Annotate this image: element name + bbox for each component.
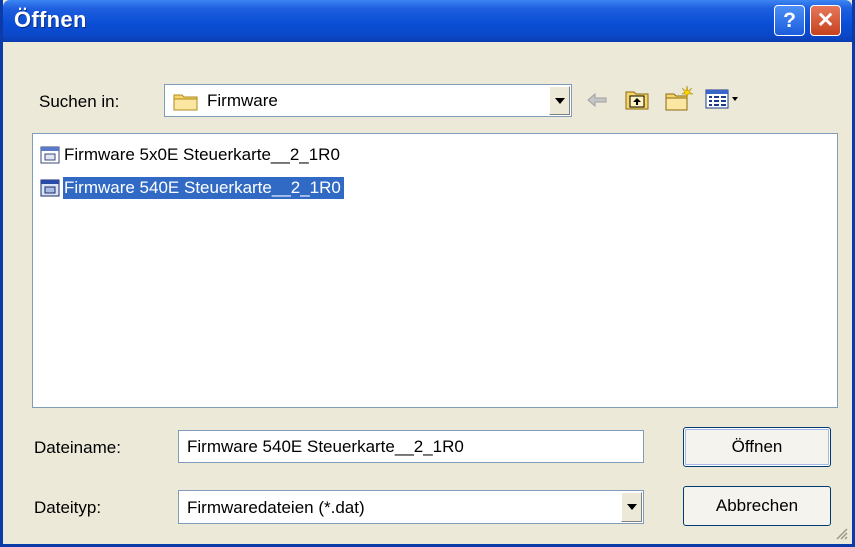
question-mark-icon: ? bbox=[783, 8, 796, 32]
chevron-down-icon bbox=[554, 97, 565, 104]
resize-grip-icon[interactable] bbox=[834, 526, 848, 540]
file-name: Firmware 5x0E Steuerkarte__2_1R0 bbox=[64, 145, 340, 164]
up-folder-icon[interactable] bbox=[625, 88, 649, 110]
open-dialog-window: Öffnen ? ✕ Suchen in: Firmware Firmware … bbox=[0, 0, 855, 547]
lookin-dropdown-button[interactable] bbox=[549, 86, 570, 115]
help-button[interactable]: ? bbox=[774, 5, 805, 36]
filename-label: Dateiname: bbox=[34, 438, 121, 457]
filename-value: Firmware 540E Steuerkarte__2_1R0 bbox=[187, 437, 464, 456]
cancel-button[interactable]: Abbrechen bbox=[683, 486, 831, 526]
close-button[interactable]: ✕ bbox=[810, 5, 841, 36]
open-button-label: Öffnen bbox=[731, 437, 783, 456]
close-icon: ✕ bbox=[816, 9, 835, 32]
back-arrow-icon[interactable] bbox=[586, 92, 608, 108]
filetype-label: Dateityp: bbox=[34, 498, 102, 517]
file-name: Firmware 540E Steuerkarte__2_1R0 bbox=[63, 177, 344, 199]
folder-icon bbox=[173, 94, 198, 111]
dat-file-icon bbox=[40, 179, 60, 197]
lookin-label: Suchen in: bbox=[39, 92, 120, 111]
lookin-value: Firmware bbox=[207, 91, 278, 110]
lookin-combobox[interactable]: Firmware bbox=[164, 84, 572, 117]
title-bar[interactable]: Öffnen ? ✕ bbox=[3, 0, 852, 42]
filename-input[interactable]: Firmware 540E Steuerkarte__2_1R0 bbox=[178, 430, 644, 463]
file-list[interactable]: Firmware 5x0E Steuerkarte__2_1R0 Firmwar… bbox=[32, 133, 838, 408]
open-button[interactable]: Öffnen bbox=[683, 427, 831, 467]
chevron-down-icon bbox=[626, 504, 637, 510]
window-title: Öffnen bbox=[14, 7, 87, 32]
file-item[interactable]: Firmware 5x0E Steuerkarte__2_1R0 bbox=[40, 144, 343, 166]
filetype-dropdown-button[interactable] bbox=[621, 492, 642, 522]
filetype-value: Firmwaredateien (*.dat) bbox=[187, 498, 365, 517]
filetype-combobox[interactable]: Firmwaredateien (*.dat) bbox=[178, 490, 644, 524]
file-item-selected[interactable]: Firmware 540E Steuerkarte__2_1R0 bbox=[40, 177, 344, 199]
dat-file-icon bbox=[40, 146, 60, 164]
cancel-button-label: Abbrechen bbox=[715, 496, 799, 515]
view-menu-icon[interactable] bbox=[705, 88, 741, 110]
new-folder-icon[interactable] bbox=[665, 85, 693, 111]
